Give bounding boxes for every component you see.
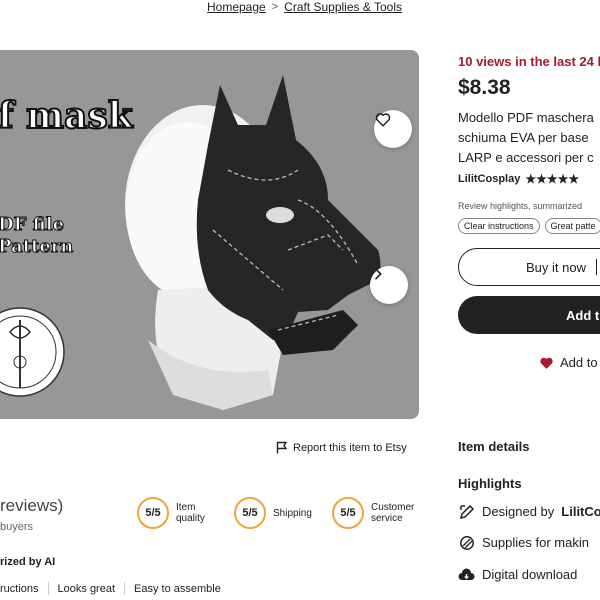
digital-download-label: Digital download bbox=[482, 567, 578, 582]
flag-icon bbox=[276, 441, 288, 454]
highlight-designed-by: Designed by LilitCo bbox=[458, 503, 600, 520]
review-tags: ructions Looks great Easy to assemble bbox=[0, 582, 221, 595]
supplies-icon bbox=[458, 534, 475, 551]
listing-main-image: f mask DF file Pattern bbox=[0, 75, 381, 410]
lilit-cosplay-logo bbox=[0, 307, 65, 397]
rating-label: quality bbox=[176, 513, 205, 524]
rating-label: Customer bbox=[371, 502, 415, 513]
designed-by-shop-link[interactable]: LilitCo bbox=[561, 504, 600, 519]
divider bbox=[595, 259, 597, 275]
add-to-favorites-label: Add to bbox=[560, 355, 598, 370]
rating-score-badge: 5/5 bbox=[332, 497, 364, 529]
rating-shipping: 5/5 Shipping bbox=[234, 497, 312, 529]
supplies-label: Supplies for makin bbox=[482, 535, 589, 550]
listing-title-line: LARP e accessori per c bbox=[458, 150, 594, 165]
review-tag[interactable]: Looks great bbox=[58, 583, 115, 595]
breadcrumb-category-link[interactable]: Craft Supplies & Tools bbox=[284, 0, 402, 14]
listing-image-gallery[interactable]: f mask DF file Pattern bbox=[0, 50, 419, 419]
breadcrumb: Homepage > Craft Supplies & Tools bbox=[207, 0, 402, 14]
add-to-cart-label: Add t bbox=[566, 307, 600, 323]
chevron-right-icon: > bbox=[271, 1, 279, 13]
views-notice: 10 views in the last 24 h bbox=[458, 54, 600, 69]
heart-filled-icon bbox=[540, 357, 553, 369]
buy-it-now-button[interactable]: Buy it now bbox=[458, 248, 600, 286]
heart-outline-icon bbox=[375, 113, 391, 127]
highlights-heading: Highlights bbox=[458, 476, 522, 491]
report-item-link[interactable]: Report this item to Etsy bbox=[276, 441, 407, 454]
star-rating-icon[interactable]: ★★★★★ bbox=[525, 172, 579, 186]
summarized-by-ai-text: rized by AI bbox=[0, 556, 56, 568]
shop-info: LilitCosplay ★★★★★ bbox=[458, 172, 579, 186]
review-highlight-chips: Clear instructions Great patte bbox=[458, 218, 600, 234]
highlight-supplies: Supplies for makin bbox=[458, 534, 589, 551]
review-tag[interactable]: ructions bbox=[0, 583, 39, 595]
buy-it-now-label: Buy it now bbox=[526, 259, 586, 275]
listing-title-line: Modello PDF maschera bbox=[458, 110, 594, 125]
favorite-button[interactable] bbox=[374, 110, 412, 148]
buyers-text: buyers bbox=[0, 521, 34, 533]
breadcrumb-homepage-link[interactable]: Homepage bbox=[207, 0, 266, 14]
cloud-download-icon bbox=[458, 566, 475, 583]
rating-label: service bbox=[371, 513, 403, 524]
rating-label: Item bbox=[176, 502, 196, 513]
highlight-chip[interactable]: Great patte bbox=[544, 218, 600, 234]
rating-item-quality: 5/5 Item quality bbox=[137, 497, 205, 529]
listing-title-line: schiuma EVA per base bbox=[458, 130, 589, 145]
add-to-favorites-button[interactable]: Add to bbox=[538, 354, 598, 371]
review-highlights-text: Review highlights, summarized bbox=[458, 201, 583, 211]
pencil-ruler-icon bbox=[458, 503, 475, 520]
shop-name-link[interactable]: LilitCosplay bbox=[458, 173, 520, 185]
rating-customer-service: 5/5 Customer service bbox=[332, 497, 414, 529]
reviews-count-text: reviews) bbox=[0, 496, 64, 515]
overlay-line1-text: DF file bbox=[0, 214, 64, 235]
highlight-digital-download: Digital download bbox=[458, 566, 577, 583]
divider bbox=[124, 582, 126, 595]
listing-title: Modello PDF maschera schiuma EVA per bas… bbox=[458, 108, 600, 168]
rating-score-badge: 5/5 bbox=[234, 497, 266, 529]
add-to-cart-button[interactable]: Add t bbox=[458, 296, 600, 334]
rating-label: Shipping bbox=[273, 507, 312, 519]
rating-score-badge: 5/5 bbox=[137, 497, 169, 529]
designed-by-label: Designed by bbox=[482, 504, 555, 519]
overlay-line2-text: Pattern bbox=[0, 236, 73, 257]
divider bbox=[47, 582, 49, 595]
chevron-right-icon bbox=[375, 268, 382, 280]
report-item-label: Report this item to Etsy bbox=[293, 441, 407, 454]
price: $8.38 bbox=[458, 76, 511, 99]
highlight-chip[interactable]: Clear instructions bbox=[458, 218, 540, 234]
item-details-heading[interactable]: Item details bbox=[458, 439, 530, 454]
overlay-title-text: f mask bbox=[0, 95, 134, 137]
next-image-button[interactable] bbox=[370, 266, 408, 304]
review-tag[interactable]: Easy to assemble bbox=[134, 583, 221, 595]
